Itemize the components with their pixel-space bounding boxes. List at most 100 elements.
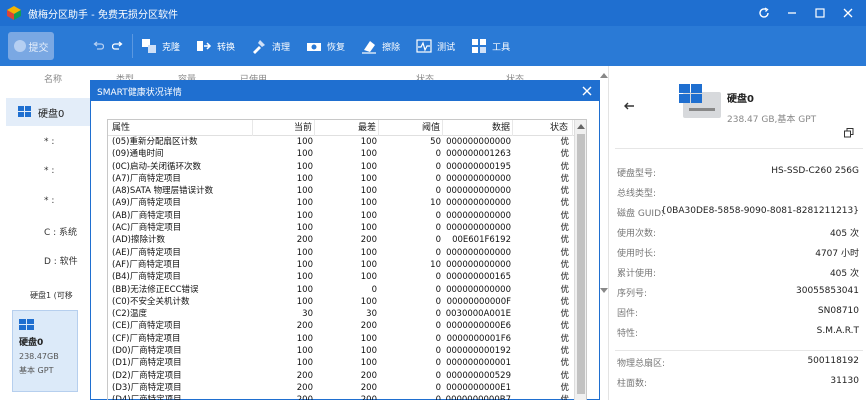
restore-window-icon[interactable] (844, 128, 854, 138)
table-row[interactable]: (09)通电时间 100 100 0 000000001263 优 (108, 148, 586, 160)
table-row[interactable]: (A7)厂商特定项目 100 100 0 000000000000 优 (108, 173, 586, 185)
scroll-up-icon[interactable] (577, 122, 585, 130)
cell-worst: 200 (360, 382, 377, 393)
th-threshold[interactable]: 阈值 (379, 120, 443, 136)
partition-item[interactable]: * : (44, 166, 54, 176)
table-row[interactable]: (A9)厂商特定项目 100 100 10 000000000000 优 (108, 197, 586, 209)
cell-threshold: 0 (435, 321, 441, 332)
th-current[interactable]: 当前 (253, 120, 315, 136)
disk-row-disk0[interactable]: 硬盘0 (6, 98, 92, 126)
th-status[interactable]: 状态 (513, 120, 573, 136)
table-row[interactable]: (05)重新分配扇区计数 100 100 50 000000000000 优 (108, 136, 586, 148)
cell-worst: 200 (360, 370, 377, 381)
property-row: 物理总扇区: 500118192 (609, 356, 866, 372)
clone-button[interactable]: 克隆 (141, 38, 180, 54)
smart-table-scrollbar[interactable] (574, 120, 586, 400)
disk-row-disk1[interactable]: 硬盘1 (可移 (30, 290, 73, 301)
table-row[interactable]: (D4)厂商特定项目20020000000000000B7优 (108, 394, 586, 400)
test-button[interactable]: 测试 (416, 38, 455, 54)
clean-button[interactable]: 清理 (251, 38, 290, 54)
recover-button[interactable]: 恢复 (306, 38, 345, 54)
table-row[interactable]: (D0)厂商特定项目 100 100 0 000000000192 优 (108, 345, 586, 357)
property-key: 累计使用: (617, 269, 657, 279)
cell-attribute: (D0)厂商特定项目 (112, 346, 182, 357)
cell-threshold: 0 (435, 161, 441, 172)
cell-status: 优 (560, 173, 569, 184)
table-row[interactable]: (B4)厂商特定项目 100 100 0 000000000165 优 (108, 271, 586, 283)
close-icon[interactable] (834, 0, 862, 26)
table-row[interactable]: (0C)启动-关闭循环次数 100 100 0 000000000195 优 (108, 161, 586, 173)
cell-worst: 200 (315, 394, 379, 400)
wipe-button[interactable]: 擦除 (361, 38, 400, 54)
cell-worst: 100 (360, 247, 377, 258)
th-attribute[interactable]: 属性 (108, 120, 253, 136)
cell-status: 优 (560, 296, 569, 307)
cell-attribute: (A7)厂商特定项目 (112, 173, 181, 184)
cell-threshold: 0 (435, 149, 441, 160)
minimize-icon[interactable] (778, 0, 806, 26)
th-data[interactable]: 数据 (443, 120, 513, 136)
cell-data: 0000000000E1 (446, 382, 511, 393)
cell-current: 200 (296, 370, 313, 381)
table-row[interactable]: (C0)不安全关机计数 100 100 0 00000000000F 优 (108, 296, 586, 308)
disk-card-disk0[interactable]: 硬盘0 238.47GB 基本 GPT (12, 310, 78, 392)
table-row[interactable]: (AD)擦除计数 200 200 0 00E601F6192 优 (108, 234, 586, 246)
partition-item-d[interactable]: D : 软件 (44, 254, 78, 267)
cell-status: 优 (560, 272, 569, 283)
property-key: 总线类型: (617, 189, 657, 199)
table-row[interactable]: (C2)温度 30 30 0 0030000A001E 优 (108, 308, 586, 320)
submit-button[interactable]: 提交 (8, 32, 54, 60)
cell-data: 00000000000F (446, 296, 511, 307)
cell-current: 100 (296, 137, 313, 147)
cell-worst: 200 (360, 321, 377, 332)
cell-worst: 100 (360, 210, 377, 221)
table-row[interactable]: (A8)SATA 物理层错误计数 100 100 0 000000000000 优 (108, 185, 586, 197)
cell-current: 100 (296, 259, 313, 270)
table-row[interactable]: (CF)厂商特定项目 100 100 0 0000000001F6 优 (108, 333, 586, 345)
table-row[interactable]: (D3)厂商特定项目 200 200 0 0000000000E1 优 (108, 382, 586, 394)
cell-data: 000000000000 (446, 259, 511, 270)
cell-worst: 0 (371, 284, 377, 295)
table-row[interactable]: (AE)厂商特定项目 100 100 0 000000000000 优 (108, 247, 586, 259)
table-row[interactable]: (AB)厂商特定项目 100 100 0 000000000000 优 (108, 210, 586, 222)
test-icon (416, 38, 432, 54)
maximize-icon[interactable] (806, 0, 834, 26)
partition-item-c[interactable]: C : 系统 (44, 225, 77, 238)
title-bar: 傲梅分区助手 - 免费无损分区软件 (0, 0, 866, 26)
cell-current: 200 (296, 382, 313, 393)
partition-item[interactable]: * : (44, 196, 54, 206)
table-row[interactable]: (CE)厂商特定项目 200 200 0 0000000000E6 优 (108, 320, 586, 332)
th-worst[interactable]: 最差 (315, 120, 379, 136)
scrollbar-thumb[interactable] (577, 134, 585, 394)
cell-threshold: 0 (435, 284, 441, 295)
cell-current: 100 (296, 161, 313, 172)
table-row[interactable]: (AF)厂商特定项目 100 100 10 000000000000 优 (108, 259, 586, 271)
dialog-close-icon[interactable] (581, 85, 593, 97)
cell-threshold: 0 (435, 296, 441, 307)
property-row: 硬盘型号: HS-SSD-C260 256G (609, 166, 866, 182)
scroll-down-icon[interactable] (600, 288, 608, 294)
property-row: 使用次数: 405 次 (609, 226, 866, 242)
smart-table: 属性 当前 最差 阈值 数据 状态 (05)重新分配扇区计数 100 100 50 00… (107, 119, 587, 400)
partition-item[interactable]: * : (44, 137, 54, 147)
table-row[interactable]: (AC)厂商特定项目 100 100 0 000000000000 优 (108, 222, 586, 234)
cell-current: 100 (296, 358, 313, 369)
property-value: HS-SSD-C260 256G (771, 166, 859, 176)
convert-button[interactable]: 转换 (196, 38, 235, 54)
tools-button[interactable]: 工具 (471, 38, 510, 54)
undo-icon[interactable] (92, 40, 104, 52)
scroll-up-icon[interactable] (600, 72, 608, 78)
refresh-icon[interactable] (750, 0, 778, 26)
table-row[interactable]: (D1)厂商特定项目 100 100 0 000000000001 优 (108, 357, 586, 369)
table-row[interactable]: (D2)厂商特定项目 200 200 0 000000000529 优 (108, 370, 586, 382)
cell-current: 100 (296, 247, 313, 258)
redo-icon[interactable] (112, 40, 124, 52)
back-arrow-icon[interactable] (623, 100, 635, 112)
table-row[interactable]: (BB)无法修正ECC错误 100 0 0 000000000000 优 (108, 284, 586, 296)
disk-large-icon (679, 84, 723, 122)
property-key: 物理总扇区: (617, 359, 666, 369)
toolbar: 提交 克隆 转换 清理 恢复 擦除 测试 工具 (0, 26, 866, 66)
dialog-title: SMART健康状况详情 (97, 87, 182, 98)
cell-current: 30 (302, 309, 313, 320)
cell-status: 优 (560, 149, 569, 160)
